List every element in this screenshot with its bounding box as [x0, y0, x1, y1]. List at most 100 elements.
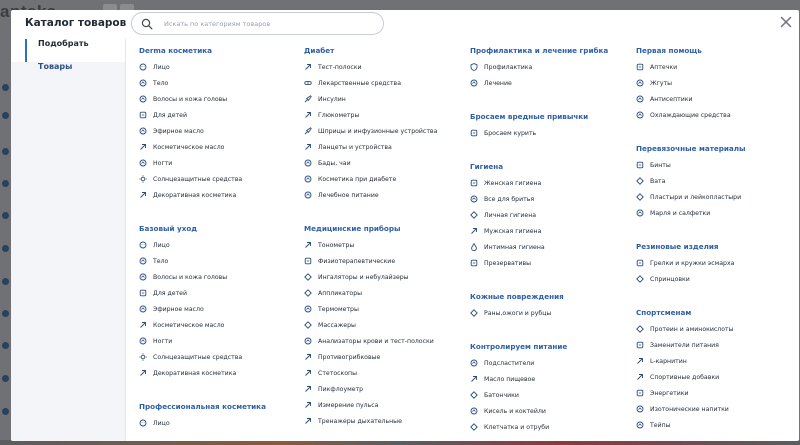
category-link[interactable]: Анализаторы крови и тест-полоски — [296, 333, 456, 349]
catalog-section: Профилактика и лечение грибка Профилактик… — [462, 43, 622, 91]
category-link[interactable]: Бросаем курить — [462, 125, 622, 141]
nail-icon — [139, 337, 147, 345]
category-link[interactable]: Ногти — [131, 333, 291, 349]
category-link[interactable]: Косметическое масло — [131, 317, 291, 333]
antiseptic-icon — [636, 95, 644, 103]
category-link[interactable]: Заменители питания — [628, 337, 788, 353]
sidebar-item-tovary[interactable]: Товары — [11, 62, 125, 85]
category-link[interactable]: Охлаждающие средства — [628, 107, 788, 123]
category-link[interactable]: Стетоскопы — [296, 365, 456, 381]
sidebar-item-podobrat[interactable]: Подобрать — [11, 39, 125, 62]
category-link[interactable]: Тонометры — [296, 237, 456, 253]
category-link[interactable]: Пластыри и лейкопластыри — [628, 189, 788, 205]
category-link[interactable]: Аппликаторы — [296, 285, 456, 301]
category-link[interactable]: Инсулин — [296, 91, 456, 107]
category-link[interactable]: Спортивные добавки — [628, 369, 788, 385]
category-link[interactable]: Протеин и аминокислоты — [628, 321, 788, 337]
category-link[interactable]: Косметическое масло — [131, 139, 291, 155]
category-link[interactable]: Масло пищевое — [462, 371, 622, 387]
category-link[interactable]: Ингаляторы и небулайзеры — [296, 269, 456, 285]
category-link[interactable]: Вата — [628, 173, 788, 189]
category-link[interactable]: Измерение пульса — [296, 397, 456, 413]
category-link[interactable]: Для детей — [131, 285, 291, 301]
section-title[interactable]: Медицинские приборы — [296, 221, 456, 237]
close-icon[interactable] — [779, 15, 793, 29]
category-link[interactable]: Раны,ожоги и рубцы — [462, 305, 622, 321]
section-title[interactable]: Профессиональная косметика — [131, 399, 291, 415]
section-title[interactable]: Диабет — [296, 43, 456, 59]
category-link[interactable]: Спринцовки — [628, 271, 788, 287]
category-link[interactable]: Декоративная косметика — [131, 365, 291, 381]
category-link[interactable]: Лечение — [462, 75, 622, 91]
category-link[interactable]: Мужская гигиена — [462, 223, 622, 239]
category-link[interactable]: Клетчатка и отруби — [462, 419, 622, 435]
category-link[interactable]: Солнцезащитные средства — [131, 171, 291, 187]
category-link[interactable]: Эфирное масло — [131, 301, 291, 317]
category-link[interactable]: Энергетики — [628, 385, 788, 401]
category-link[interactable]: Бинты — [628, 157, 788, 173]
category-link[interactable]: Тело — [131, 253, 291, 269]
category-link[interactable]: Женская гигиена — [462, 175, 622, 191]
bg-dot — [2, 408, 9, 415]
category-link[interactable]: Косметика при диабете — [296, 171, 456, 187]
lipstick-icon — [140, 370, 146, 376]
section-title[interactable]: Профилактика и лечение грибка — [462, 43, 622, 59]
category-link[interactable]: L-карнитин — [628, 353, 788, 369]
category-link[interactable]: Волосы и кожа головы — [131, 91, 291, 107]
lipstick-icon — [140, 192, 146, 198]
section-title[interactable]: Гигиена — [462, 159, 622, 175]
category-link[interactable]: Профилактика — [462, 59, 622, 75]
category-link[interactable]: Тест-полоски — [296, 59, 456, 75]
drop-icon — [471, 243, 477, 251]
category-link[interactable]: Тренажеры дыхательные — [296, 413, 456, 429]
category-link[interactable]: Для детей — [131, 107, 291, 123]
category-link[interactable]: Презервативы — [462, 255, 622, 271]
section-title[interactable]: Перевязочные материалы — [628, 141, 788, 157]
category-link[interactable]: Эфирное масло — [131, 123, 291, 139]
section-title[interactable]: Базовый уход — [131, 221, 291, 237]
category-link[interactable]: Тейпы — [628, 417, 788, 433]
section-title[interactable]: Кожные повреждения — [462, 289, 622, 305]
section-title[interactable]: Резиновые изделия — [628, 239, 788, 255]
category-link[interactable]: Жгуты — [628, 75, 788, 91]
category-link[interactable]: Личная гигиена — [462, 207, 622, 223]
category-link[interactable]: Аптечки — [628, 59, 788, 75]
male-icon — [471, 228, 477, 234]
category-link[interactable]: Грелки и кружки эсмарха — [628, 255, 788, 271]
category-link[interactable]: Подсластители — [462, 355, 622, 371]
category-link[interactable]: Кисель и коктейли — [462, 403, 622, 419]
category-link[interactable]: Шприцы и инфузионные устройства — [296, 123, 456, 139]
category-link[interactable]: Интимная гигиена — [462, 239, 622, 255]
category-link[interactable]: Ногти — [131, 155, 291, 171]
category-link[interactable]: Марля и салфетки — [628, 205, 788, 221]
section-title[interactable]: Контролируем питание — [462, 339, 622, 355]
category-link[interactable]: Противогрибковые — [296, 349, 456, 365]
category-link[interactable]: Лицо — [131, 59, 291, 75]
category-link[interactable]: Термометры — [296, 301, 456, 317]
section-title[interactable]: Первая помощь — [628, 43, 788, 59]
category-link[interactable]: Бады, чаи — [296, 155, 456, 171]
category-link[interactable]: Антисептики — [628, 91, 788, 107]
category-link[interactable]: Массажеры — [296, 317, 456, 333]
section-title[interactable]: Derma косметика — [131, 43, 291, 59]
category-link[interactable]: Лицо — [131, 415, 291, 431]
search-box[interactable] — [131, 12, 384, 35]
section-title[interactable]: Спортсменам — [628, 305, 788, 321]
category-link[interactable]: Физиотерапевтические — [296, 253, 456, 269]
category-link[interactable]: Декоративная косметика — [131, 187, 291, 203]
section-title[interactable]: Бросаем вредные привычки — [462, 109, 622, 125]
category-link[interactable]: Лечебное питание — [296, 187, 456, 203]
category-link[interactable]: Тело — [131, 75, 291, 91]
category-link[interactable]: Ланцеты и устройства — [296, 139, 456, 155]
category-link[interactable]: Волосы и кожа головы — [131, 269, 291, 285]
category-link[interactable]: Лекарственные средства — [296, 75, 456, 91]
category-link[interactable]: Глюкометры — [296, 107, 456, 123]
category-link[interactable]: Все для бритья — [462, 191, 622, 207]
category-link[interactable]: Изотонические напитки — [628, 401, 788, 417]
category-label: Тело — [153, 257, 169, 265]
category-link[interactable]: Солнцезащитные средства — [131, 349, 291, 365]
search-input[interactable] — [164, 16, 374, 31]
category-link[interactable]: Батончики — [462, 387, 622, 403]
category-link[interactable]: Лицо — [131, 237, 291, 253]
category-link[interactable]: Пикфлоуметр — [296, 381, 456, 397]
